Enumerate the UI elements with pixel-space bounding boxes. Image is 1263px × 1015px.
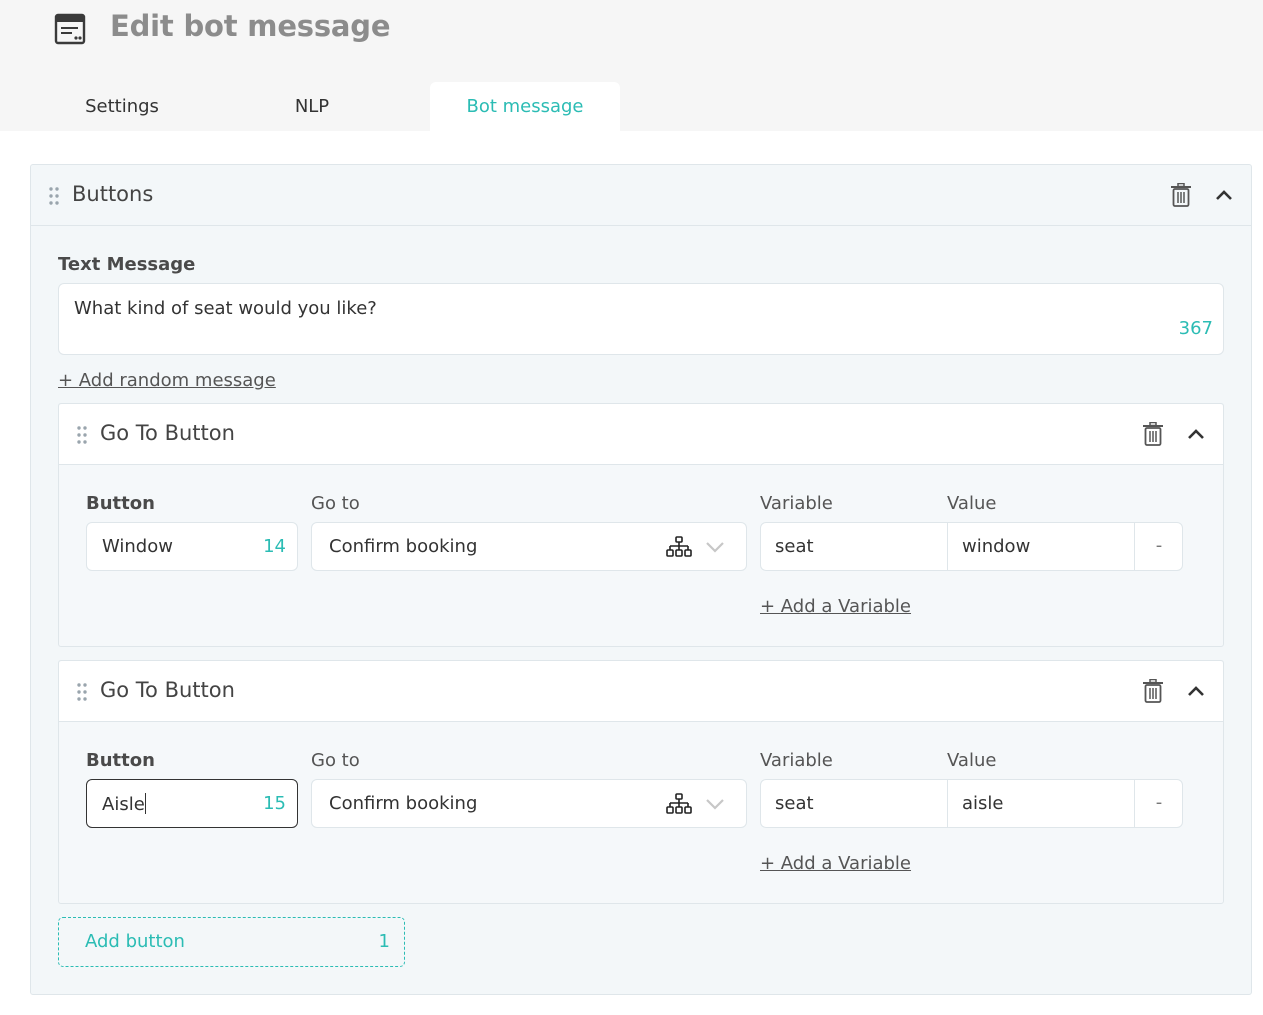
buttons-panel-title: Buttons — [72, 182, 154, 206]
add-random-message-link[interactable]: + Add random message — [58, 370, 276, 391]
chevron-down-icon[interactable] — [704, 796, 726, 812]
go-to-button-card: Go To Button Button Go to Variable Value… — [58, 660, 1224, 904]
goto-select-value: Confirm booking — [329, 793, 478, 814]
trash-icon[interactable] — [1170, 183, 1192, 207]
variable-value-input[interactable]: window — [948, 523, 1134, 570]
go-to-button-card: Go To Button Button Go to Variable Value… — [58, 403, 1224, 647]
button-text-value: Aisle — [102, 793, 146, 815]
tab-settings[interactable]: Settings — [60, 82, 184, 131]
drag-handle-icon[interactable] — [49, 187, 59, 205]
button-text-value-text: Aisle — [102, 794, 145, 815]
top-bar: Edit bot message Settings NLP Bot messag… — [0, 0, 1263, 131]
go-to-button-card-header: Go To Button — [59, 661, 1223, 722]
button-label: Button — [86, 493, 155, 514]
variable-value-input[interactable]: aisle — [948, 780, 1134, 827]
buttons-panel-header: Buttons — [31, 165, 1251, 226]
variable-name-value: seat — [775, 536, 814, 557]
button-text-counter: 14 — [263, 536, 286, 557]
text-message-label: Text Message — [58, 254, 196, 275]
tab-bot-message[interactable]: Bot message — [430, 82, 620, 131]
text-message-value: What kind of seat would you like? — [74, 298, 377, 319]
goto-label: Go to — [311, 493, 360, 514]
flow-tree-icon — [666, 793, 692, 814]
value-label: Value — [947, 493, 997, 514]
text-message-input[interactable]: What kind of seat would you like? 367 — [58, 283, 1224, 355]
add-button-counter: 1 — [378, 931, 390, 952]
variable-label: Variable — [760, 493, 833, 514]
text-caret — [144, 793, 146, 814]
variable-label: Variable — [760, 750, 833, 771]
variable-value-text: window — [962, 536, 1031, 557]
drag-handle-icon[interactable] — [77, 683, 87, 701]
variable-name-value: seat — [775, 793, 814, 814]
variable-row: seat window - — [760, 522, 1183, 571]
variable-value-text: aisle — [962, 793, 1004, 814]
variable-row: seat aisle - — [760, 779, 1183, 828]
goto-select[interactable]: Confirm booking — [311, 522, 747, 571]
remove-variable-label: - — [1155, 792, 1163, 813]
go-to-button-card-header: Go To Button — [59, 404, 1223, 465]
go-to-button-card-title: Go To Button — [100, 678, 235, 702]
button-text-input[interactable]: Aisle 15 — [86, 779, 298, 828]
add-variable-link[interactable]: + Add a Variable — [760, 596, 911, 617]
page-title: Edit bot message — [110, 9, 391, 43]
button-text-input[interactable]: Window 14 — [86, 522, 298, 571]
value-label: Value — [947, 750, 997, 771]
flow-tree-icon — [666, 536, 692, 557]
chevron-up-icon[interactable] — [1185, 422, 1207, 446]
variable-name-input[interactable]: seat — [761, 523, 947, 570]
trash-icon[interactable] — [1142, 679, 1164, 703]
message-window-icon — [54, 13, 86, 45]
drag-handle-icon[interactable] — [77, 426, 87, 444]
remove-variable-button[interactable]: - — [1135, 523, 1183, 570]
button-label: Button — [86, 750, 155, 771]
add-button[interactable]: Add button 1 — [58, 917, 405, 967]
goto-select[interactable]: Confirm booking — [311, 779, 747, 828]
chevron-up-icon[interactable] — [1185, 679, 1207, 703]
variable-name-input[interactable]: seat — [761, 780, 947, 827]
go-to-button-card-title: Go To Button — [100, 421, 235, 445]
remove-variable-button[interactable]: - — [1135, 780, 1183, 827]
buttons-panel: Buttons Text Message What kind of seat w… — [30, 164, 1252, 995]
text-message-counter: 367 — [1178, 318, 1213, 339]
goto-label: Go to — [311, 750, 360, 771]
chevron-down-icon[interactable] — [704, 539, 726, 555]
trash-icon[interactable] — [1142, 422, 1164, 446]
add-variable-link[interactable]: + Add a Variable — [760, 853, 911, 874]
add-button-label: Add button — [85, 931, 185, 952]
button-text-value: Window — [102, 536, 173, 557]
remove-variable-label: - — [1155, 535, 1163, 556]
tab-nlp[interactable]: NLP — [262, 82, 362, 131]
button-text-counter: 15 — [263, 793, 286, 814]
goto-select-value: Confirm booking — [329, 536, 478, 557]
chevron-up-icon[interactable] — [1213, 183, 1235, 207]
